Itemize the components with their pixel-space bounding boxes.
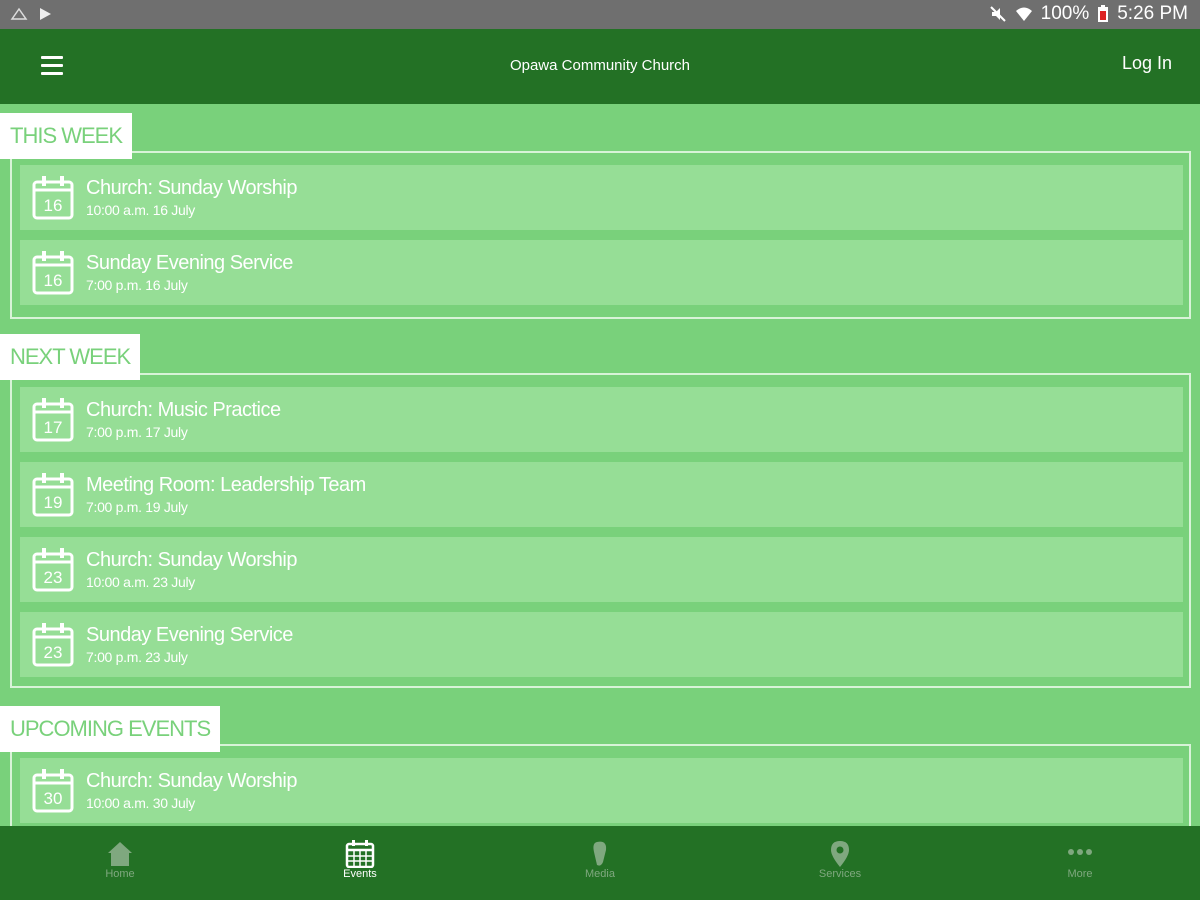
clock: 5:26 PM [1117,3,1188,24]
event-title: Sunday Evening Service [86,252,293,274]
calendar-icon [345,840,375,868]
calendar-icon: 19 [32,473,74,517]
calendar-icon: 16 [32,176,74,220]
nav-label: Services [818,868,862,880]
event-title: Church: Sunday Worship [86,549,297,571]
mute-icon [989,6,1006,22]
event-row[interactable]: 16 Church: Sunday Worship 10:00 a.m. 16 … [20,165,1183,230]
bottom-nav: Home Events Media Services More [0,826,1200,900]
event-time: 10:00 a.m. 30 July [86,795,195,811]
calendar-day: 19 [44,493,63,512]
event-row[interactable]: 17 Church: Music Practice 7:00 p.m. 17 J… [20,387,1183,452]
section-heading: THIS WEEK [0,113,133,159]
event-row[interactable]: 23 Church: Sunday Worship 10:00 a.m. 23 … [20,537,1183,602]
calendar-icon: 17 [32,398,74,442]
event-title: Church: Sunday Worship [86,770,297,792]
section-box: 17 Church: Music Practice 7:00 p.m. 17 J… [10,373,1191,688]
calendar-day: 23 [44,568,63,587]
nav-home[interactable]: Home [0,826,240,900]
event-row[interactable]: 30 Church: Sunday Worship 10:00 a.m. 30 … [20,758,1183,823]
event-time: 7:00 p.m. 17 July [86,424,188,440]
calendar-day: 23 [44,643,63,662]
nav-label: Events [343,868,377,880]
section-upcoming-events: 30 Church: Sunday Worship 10:00 a.m. 30 … [0,706,1200,826]
event-row[interactable]: 16 Sunday Evening Service 7:00 p.m. 16 J… [20,240,1183,305]
app-header: Opawa Community Church Log In [0,29,1200,104]
nav-more[interactable]: More [960,826,1200,900]
event-time: 7:00 p.m. 23 July [86,649,188,665]
section-this-week: 16 Church: Sunday Worship 10:00 a.m. 16 … [0,113,1200,323]
events-list[interactable]: 16 Church: Sunday Worship 10:00 a.m. 16 … [0,104,1200,826]
section-heading: NEXT WEEK [0,334,141,380]
event-time: 7:00 p.m. 16 July [86,277,188,293]
notification-icon [10,7,28,20]
battery-icon [1098,5,1109,22]
event-row[interactable]: 23 Sunday Evening Service 7:00 p.m. 23 J… [20,612,1183,677]
microphone-icon [593,841,607,866]
calendar-icon: 30 [32,769,74,813]
event-time: 10:00 a.m. 23 July [86,574,195,590]
calendar-icon: 16 [32,251,74,295]
calendar-icon: 23 [32,623,74,667]
home-icon [108,842,132,866]
event-time: 10:00 a.m. 16 July [86,202,195,218]
nav-events[interactable]: Events [240,826,480,900]
event-title: Church: Music Practice [86,399,281,421]
login-button[interactable]: Log In [1122,53,1172,74]
nav-label: Media [585,868,615,880]
event-title: Sunday Evening Service [86,624,293,646]
event-title: Church: Sunday Worship [86,177,297,199]
battery-level: 100% [1040,3,1090,24]
more-dots-icon [1068,849,1092,855]
play-store-icon [40,8,51,20]
nav-media[interactable]: Media [480,826,720,900]
calendar-day: 16 [44,196,63,215]
section-box: 30 Church: Sunday Worship 10:00 a.m. 30 … [10,744,1191,826]
nav-services[interactable]: Services [720,826,960,900]
location-pin-icon [831,841,849,867]
status-right: 100% 5:26 PM [989,3,1188,25]
calendar-day: 30 [44,789,63,808]
nav-label: Home [105,868,135,880]
calendar-day: 17 [44,418,63,437]
wifi-icon [1015,7,1032,21]
section-box: 16 Church: Sunday Worship 10:00 a.m. 16 … [10,151,1191,319]
calendar-day: 16 [44,271,63,290]
event-time: 7:00 p.m. 19 July [86,499,188,515]
event-row[interactable]: 19 Meeting Room: Leadership Team 7:00 p.… [20,462,1183,527]
app-title: Opawa Community Church [509,57,691,74]
section-next-week: 17 Church: Music Practice 7:00 p.m. 17 J… [0,334,1200,694]
calendar-icon: 23 [32,548,74,592]
status-bar: 100% 5:26 PM [0,0,1200,29]
status-left [10,5,54,23]
event-title: Meeting Room: Leadership Team [86,474,366,496]
nav-label: More [1067,868,1093,880]
section-heading: UPCOMING EVENTS [0,706,221,752]
